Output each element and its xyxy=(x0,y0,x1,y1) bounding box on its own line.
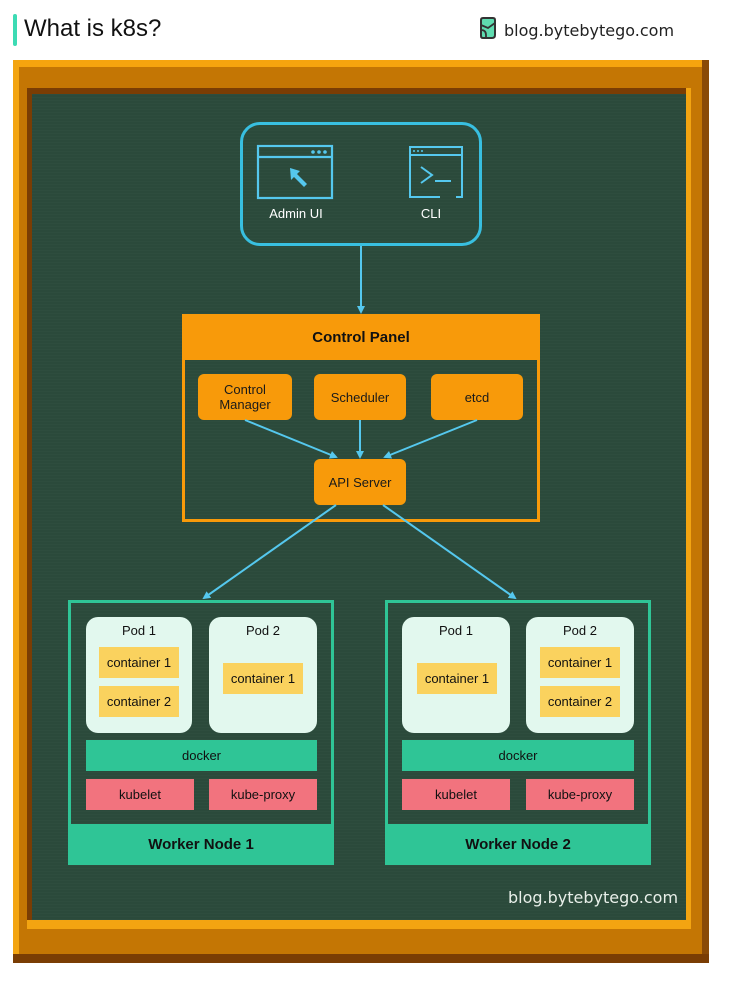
arrow-control-manager-to-api xyxy=(244,419,338,459)
board-watermark: blog.bytebytego.com xyxy=(508,888,679,907)
arrows-layer xyxy=(202,246,517,600)
arrow-api-to-worker-node-1 xyxy=(202,504,337,600)
arrow-api-to-worker-node-2 xyxy=(382,504,517,600)
arrow-etcd-to-api xyxy=(383,419,478,459)
